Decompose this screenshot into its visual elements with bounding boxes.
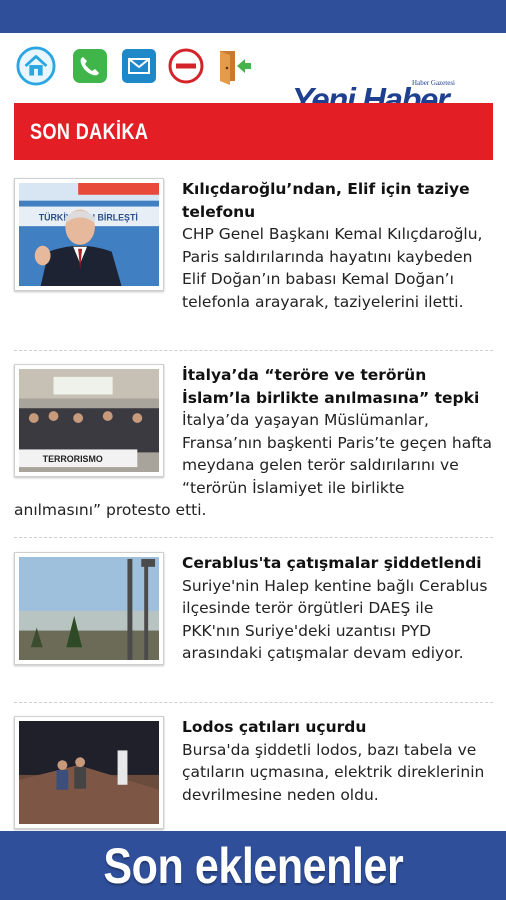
section-header: SON DAKİKA (14, 103, 493, 160)
toolbar: Yeni Haber Haber Gazetesi (0, 33, 506, 119)
phone-button[interactable] (70, 46, 110, 86)
article-item[interactable]: Lodos çatıları uçurdu Bursa'da şiddetli … (14, 716, 493, 836)
article-item[interactable]: TÜRKİYE'NİN BİRLEŞTİ Kılıçdaroğlu’ndan, … (14, 178, 493, 313)
article-thumbnail (14, 716, 164, 829)
exit-button[interactable] (214, 46, 254, 86)
divider (14, 537, 493, 538)
phone-icon (73, 49, 107, 83)
home-button[interactable] (16, 46, 56, 86)
thumbnail-banner-text: TERRORISMO (43, 454, 103, 464)
divider (14, 702, 493, 703)
mail-button[interactable] (119, 46, 159, 86)
top-bar (0, 0, 506, 33)
home-icon (16, 46, 56, 86)
mail-icon (122, 49, 156, 83)
no-entry-icon (168, 48, 204, 84)
article-thumbnail: TÜRKİYE'NİN BİRLEŞTİ (14, 178, 164, 291)
exit-door-icon (220, 51, 251, 85)
article-item[interactable]: Cerablus'ta çatışmalar şiddetlendi Suriy… (14, 552, 493, 672)
article-item[interactable]: TERRORISMO İtalya’da “teröre ve terörün … (14, 364, 493, 522)
article-thumbnail: TERRORISMO (14, 364, 164, 477)
article-thumbnail (14, 552, 164, 665)
no-entry-button[interactable] (166, 46, 206, 86)
footer-banner[interactable]: Son eklenenler (0, 831, 506, 900)
footer-label: Son eklenenler (103, 837, 403, 894)
logo-subtext: Haber Gazetesi (412, 79, 455, 87)
divider (14, 350, 493, 351)
section-title: SON DAKİKA (30, 118, 149, 144)
